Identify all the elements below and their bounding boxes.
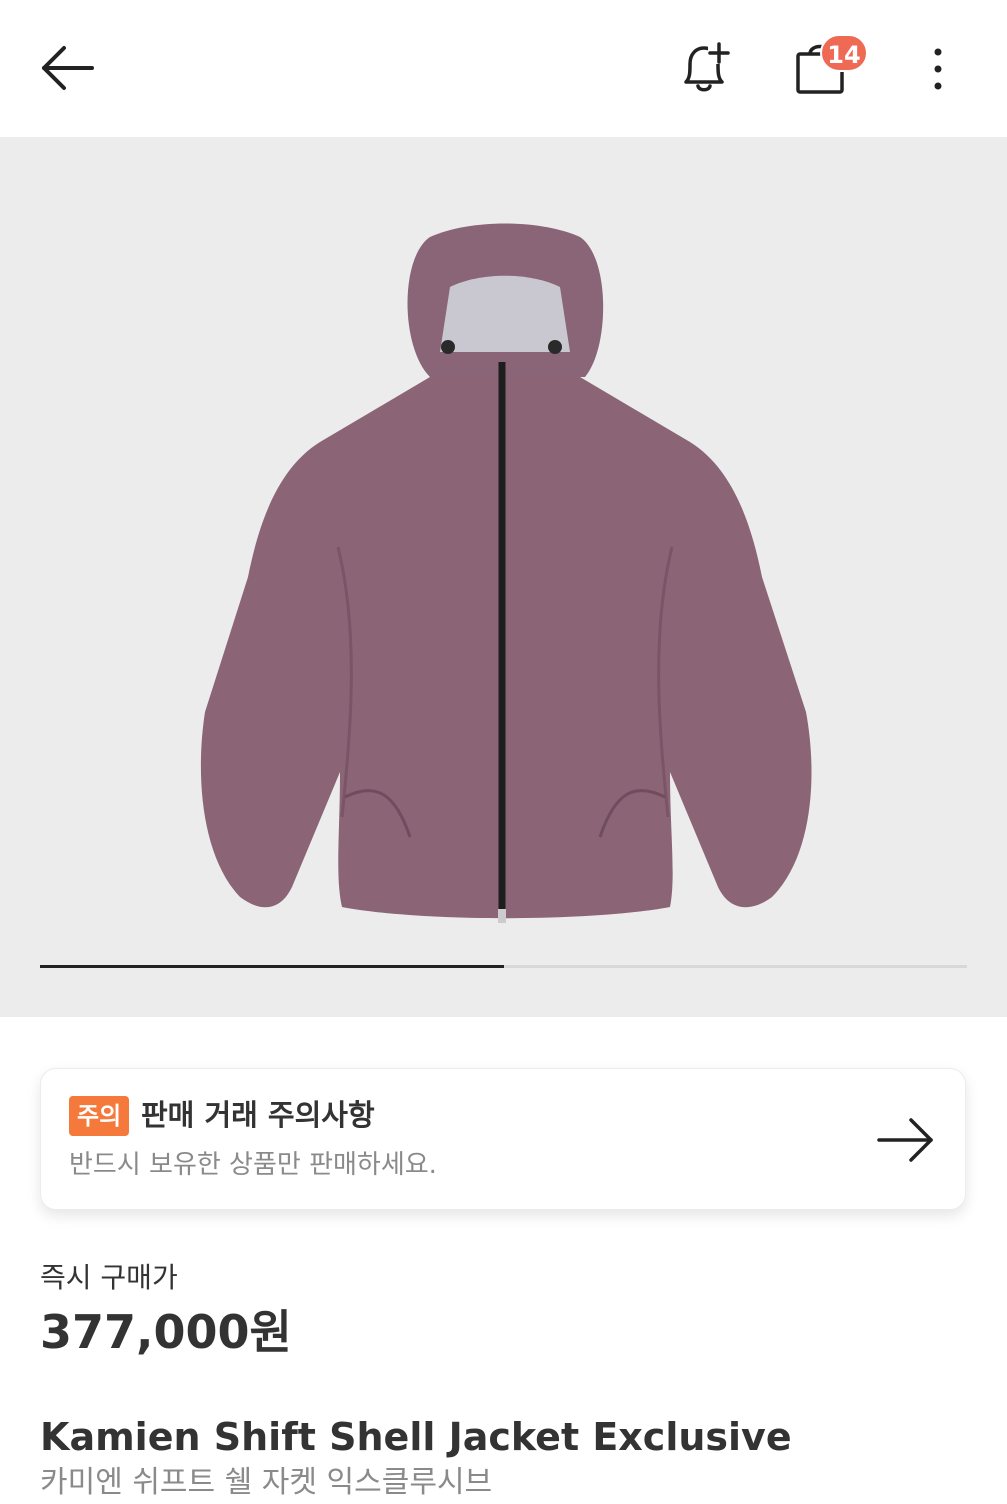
arrow-left-icon — [42, 46, 94, 90]
more-vertical-icon — [934, 48, 942, 90]
cart-button[interactable]: 14 — [788, 34, 878, 100]
arrow-right-icon — [877, 1118, 933, 1162]
bell-plus-icon — [684, 42, 730, 92]
product-name-korean: 카미엔 쉬프트 쉘 자켓 익스클루시브 — [40, 1465, 493, 1500]
notice-title: 판매 거래 주의사항 — [141, 1098, 375, 1132]
back-button[interactable] — [36, 40, 98, 96]
product-jacket-image — [200, 223, 812, 923]
product-image-gallery[interactable] — [0, 137, 1007, 1017]
gallery-progress-indicator — [40, 965, 967, 968]
product-name: Kamien Shift Shell Jacket Exclusive — [40, 1415, 792, 1459]
trade-notice-card[interactable]: 주의 판매 거래 주의사항 반드시 보유한 상품만 판매하세요. — [40, 1068, 966, 1210]
notification-button[interactable] — [668, 38, 738, 100]
price-label: 즉시 구매가 — [40, 1261, 178, 1294]
notice-badge: 주의 — [69, 1096, 130, 1136]
price-value: 377,000원 — [40, 1305, 292, 1359]
more-options-button[interactable] — [920, 44, 956, 94]
cart-count-badge: 14 — [820, 34, 868, 72]
gallery-progress-fill — [40, 965, 504, 968]
notice-description: 반드시 보유한 상품만 판매하세요. — [69, 1150, 437, 1180]
top-app-bar: 14 — [0, 0, 1007, 137]
